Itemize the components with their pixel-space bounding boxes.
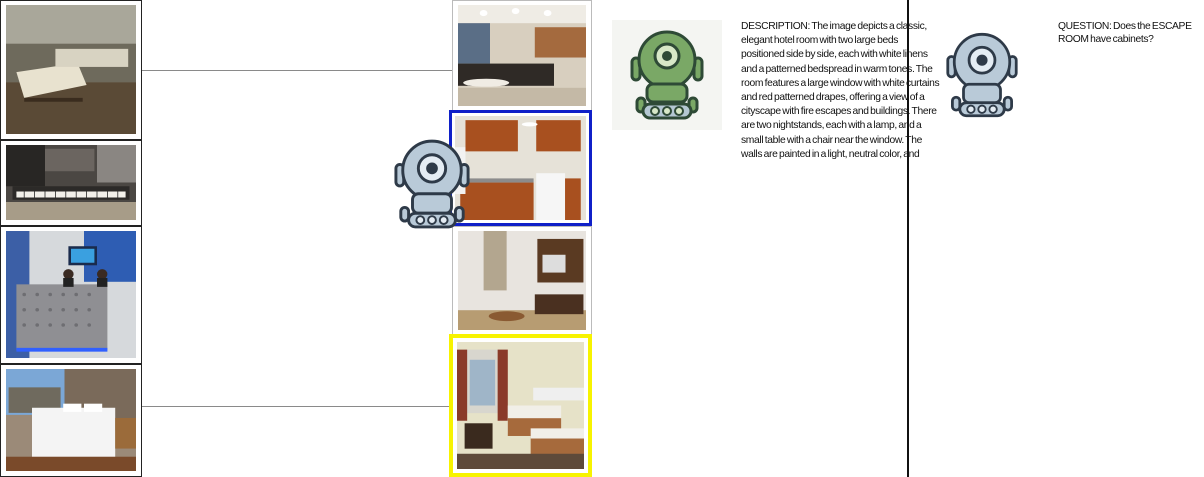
description-text: DESCRIPTION: The image depicts a classic… [741,21,940,160]
match-line-top [141,70,452,71]
panel-divider [907,0,909,477]
left-image-3[interactable] [0,226,142,364]
right-image-3[interactable] [452,226,592,336]
left-image-4[interactable] [0,364,142,477]
left-image-2[interactable] [0,140,142,226]
robot-icon [945,30,1019,120]
question-text: QUESTION: Does the ESCAPE ROOM have cabi… [1058,21,1192,45]
robot-card [612,20,722,130]
match-line-bottom [141,406,452,407]
robot-icon [630,30,704,120]
right-image-1[interactable] [452,0,592,112]
left-image-1[interactable] [0,0,142,140]
right-image-4-selected[interactable] [449,334,592,477]
robot-icon [393,137,471,231]
